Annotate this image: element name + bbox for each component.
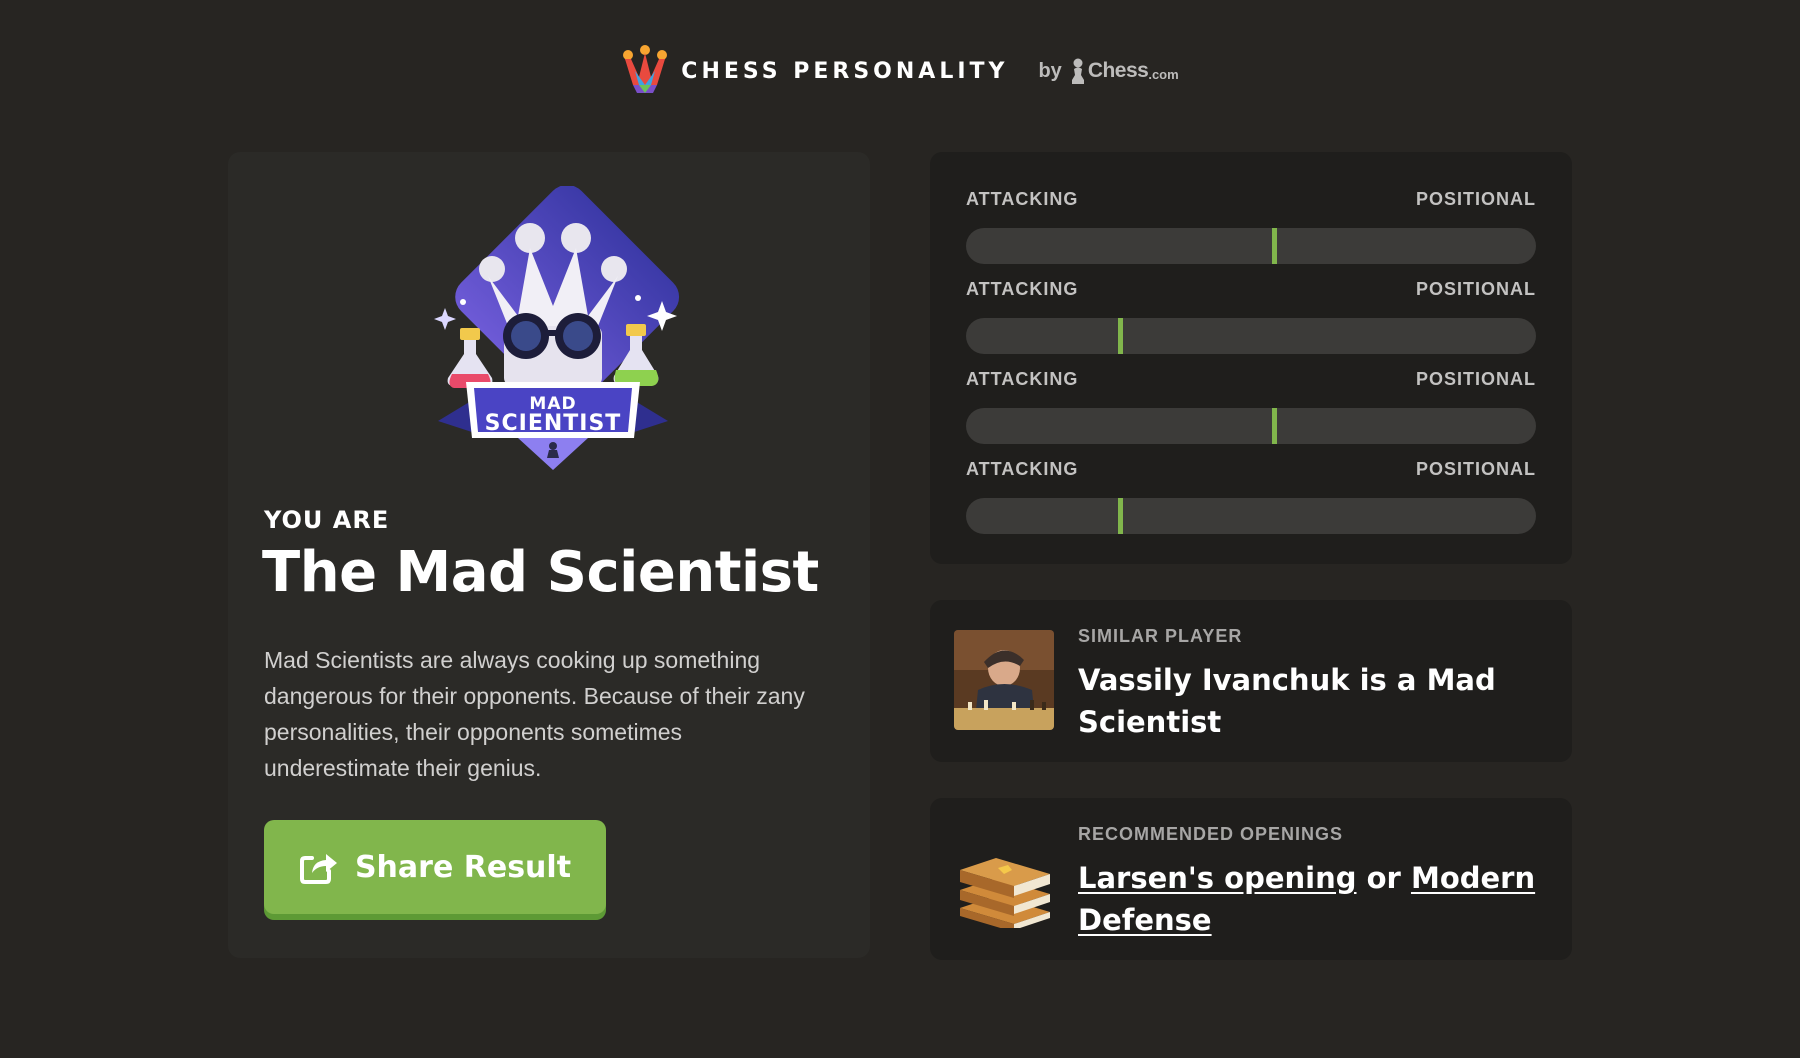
openings-or-text: or [1366, 861, 1401, 895]
slider-track [966, 228, 1536, 264]
personality-description: Mad Scientists are always cooking up som… [264, 647, 805, 781]
slider-marker [1271, 228, 1277, 264]
similar-player-text: SIMILAR PLAYER Vassily Ivanchuk is a Mad… [1078, 626, 1538, 743]
slider-left-label: ATTACKING [966, 369, 1079, 389]
slider-track [966, 318, 1536, 354]
share-arrow-icon [299, 854, 337, 884]
slider-left-label: ATTACKING [966, 279, 1079, 299]
chesscom-suffix: .com [1148, 66, 1179, 82]
style-slider-row: ATTACKING POSITIONAL [966, 458, 1536, 548]
share-result-label: Share Result [354, 849, 572, 885]
share-result-button[interactable]: Share Result [264, 820, 606, 914]
slider-left-label: ATTACKING [966, 189, 1079, 209]
mad-scientist-badge-icon: MAD SCIENTIST [434, 186, 680, 470]
site-header: CHESS PERSONALITY by Chess .com [0, 40, 1800, 102]
similar-player-name: Vassily Ivanchuk is a Mad Scientist [1078, 663, 1496, 739]
recommended-openings-text: RECOMMENDED OPENINGS Larsen's opening or… [1078, 824, 1538, 941]
style-sliders-card: ATTACKING POSITIONAL ATTACKING POSITIONA… [930, 152, 1572, 564]
opening-link-larsens[interactable]: Larsen's opening [1078, 861, 1357, 895]
badge-line2: SCIENTIST [485, 411, 622, 436]
recommended-openings-list: Larsen's opening or Modern Defense [1078, 857, 1538, 941]
slider-left-label: ATTACKING [966, 459, 1079, 479]
slider-marker [1271, 408, 1277, 444]
rainbow-crown-icon[interactable] [621, 45, 669, 97]
slider-right-label: POSITIONAL [1415, 189, 1536, 209]
you-are-label: YOU ARE [264, 506, 390, 534]
similar-player-card: SIMILAR PLAYER Vassily Ivanchuk is a Mad… [930, 600, 1572, 762]
player-photo[interactable] [954, 630, 1054, 730]
chesscom-word: Chess [1087, 59, 1149, 82]
brand-title[interactable]: CHESS PERSONALITY [681, 59, 1008, 84]
slider-track [966, 498, 1536, 534]
slider-marker [1117, 498, 1123, 534]
similar-player-kicker: SIMILAR PLAYER [1078, 626, 1243, 646]
result-card: MAD SCIENTIST YOU ARE The Mad Scientist … [228, 152, 870, 958]
style-slider-row: ATTACKING POSITIONAL [966, 278, 1536, 368]
slider-track [966, 408, 1536, 444]
personality-title: The Mad Scientist [262, 540, 819, 605]
byline[interactable]: by Chess .com [1038, 58, 1179, 84]
style-slider-row: ATTACKING POSITIONAL [966, 188, 1536, 278]
slider-marker [1117, 318, 1123, 354]
books-icon [960, 858, 1050, 928]
slider-right-label: POSITIONAL [1415, 459, 1536, 479]
slider-right-label: POSITIONAL [1415, 369, 1536, 389]
pawn-icon [1071, 58, 1084, 84]
style-slider-row: ATTACKING POSITIONAL [966, 368, 1536, 458]
by-text: by [1038, 59, 1062, 82]
recommended-openings-card: RECOMMENDED OPENINGS Larsen's opening or… [930, 798, 1572, 960]
slider-right-label: POSITIONAL [1415, 279, 1536, 299]
recommended-openings-kicker: RECOMMENDED OPENINGS [1078, 824, 1344, 844]
